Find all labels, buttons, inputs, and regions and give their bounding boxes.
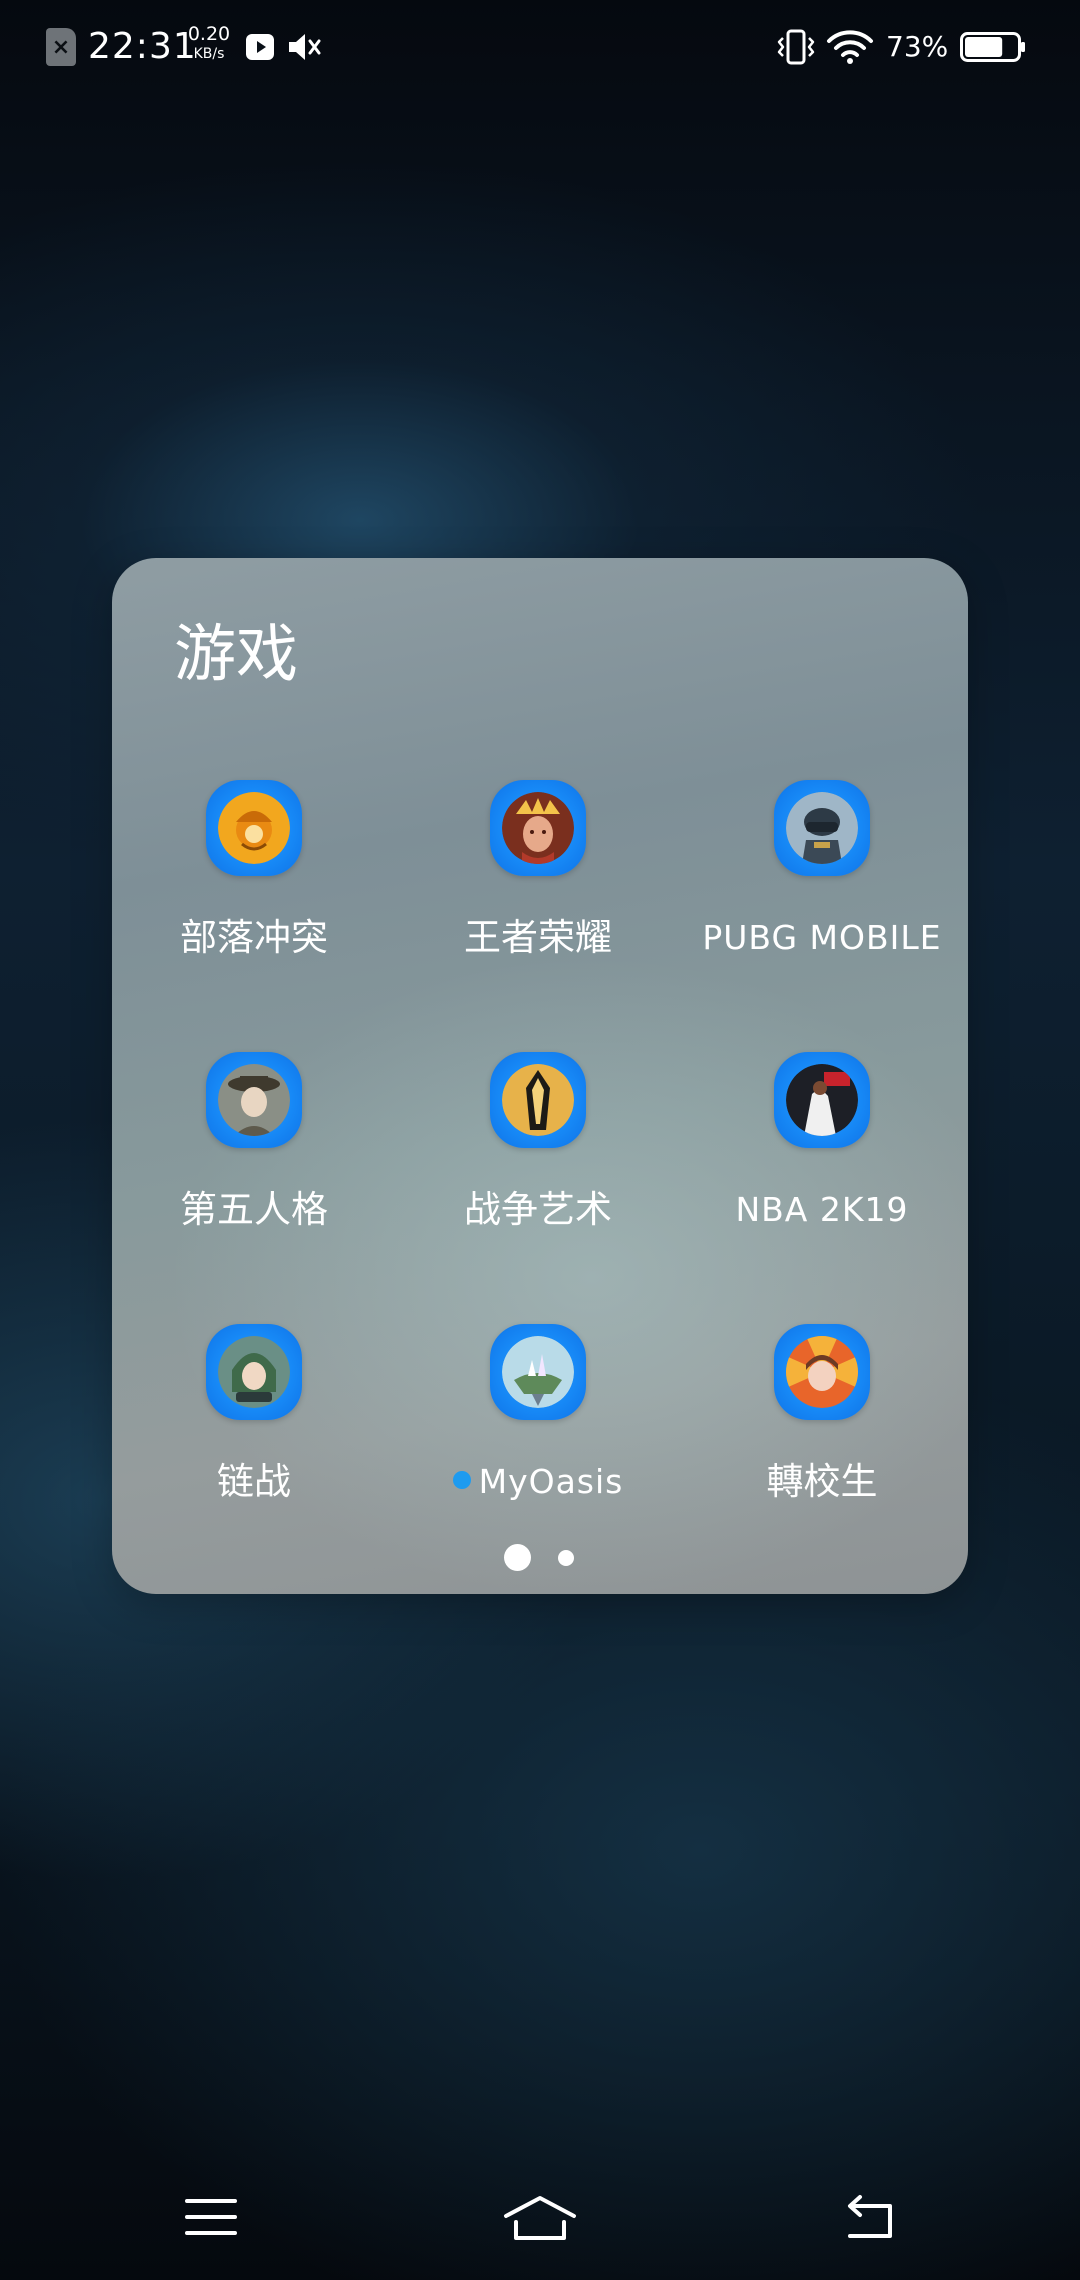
network-speed: 0.20 KB/s bbox=[184, 24, 234, 64]
nba-2k19-icon[interactable] bbox=[774, 1052, 870, 1148]
new-app-dot bbox=[452, 1471, 471, 1489]
app-honor-of-kings[interactable]: 王者荣耀 bbox=[396, 780, 680, 980]
page-dot-2[interactable] bbox=[558, 1550, 574, 1566]
app-label: 链战 bbox=[217, 1460, 291, 1503]
home-icon[interactable] bbox=[500, 2192, 580, 2242]
app-label: 王者荣耀 bbox=[464, 916, 612, 959]
app-label: 第五人格 bbox=[180, 1188, 328, 1231]
honor-of-kings-icon[interactable] bbox=[490, 780, 586, 876]
clash-of-clans-icon[interactable] bbox=[206, 780, 302, 876]
battery-percent: 73% bbox=[886, 30, 949, 63]
back-icon[interactable] bbox=[838, 2192, 898, 2242]
battery-icon bbox=[960, 32, 1025, 62]
battery-fill bbox=[965, 37, 1003, 57]
app-label: 部落冲突 bbox=[180, 916, 328, 959]
app-label: 战争艺术 bbox=[464, 1188, 612, 1231]
muted-speaker-icon bbox=[289, 34, 321, 60]
app-label: 轉校生 bbox=[766, 1460, 878, 1503]
app-label: MyOasis bbox=[478, 1462, 624, 1501]
page-indicator bbox=[112, 1542, 968, 1572]
app-folder: 游戏 部落冲突 王者荣耀 PUBG MOBILE 第五人格 战争艺术 NBA 2… bbox=[112, 558, 968, 1594]
network-speed-value: 0.20 bbox=[187, 23, 231, 45]
app-label: NBA 2K19 bbox=[735, 1190, 909, 1229]
vibrate-icon bbox=[777, 29, 815, 65]
status-bar: × 22:31 0.20 KB/s 73% bbox=[0, 0, 1080, 96]
app-label: PUBG MOBILE bbox=[702, 918, 942, 957]
art-of-war-icon[interactable] bbox=[490, 1052, 586, 1148]
chain-war-icon[interactable] bbox=[206, 1324, 302, 1420]
app-pubg-mobile[interactable]: PUBG MOBILE bbox=[680, 780, 964, 980]
status-time: 22:31 bbox=[88, 26, 197, 67]
identity-v-icon[interactable] bbox=[206, 1052, 302, 1148]
app-label-myoasis: MyOasis bbox=[396, 1458, 680, 1506]
folder-title[interactable]: 游戏 bbox=[174, 614, 298, 694]
app-transfer-student[interactable]: 轉校生 bbox=[680, 1324, 964, 1524]
app-myoasis[interactable]: MyOasis bbox=[396, 1324, 680, 1524]
app-chain-war[interactable]: 链战 bbox=[112, 1324, 396, 1524]
app-art-of-war[interactable]: 战争艺术 bbox=[396, 1052, 680, 1252]
wifi-icon bbox=[827, 30, 873, 64]
navigation-bar bbox=[0, 2170, 1080, 2260]
myoasis-icon[interactable] bbox=[490, 1324, 586, 1420]
transfer-student-icon[interactable] bbox=[774, 1324, 870, 1420]
app-clash-of-clans[interactable]: 部落冲突 bbox=[112, 780, 396, 980]
app-nba-2k19[interactable]: NBA 2K19 bbox=[680, 1052, 964, 1252]
sim-card-none-icon: × bbox=[46, 28, 76, 66]
menu-icon[interactable] bbox=[181, 2192, 241, 2242]
app-identity-v[interactable]: 第五人格 bbox=[112, 1052, 396, 1252]
video-play-icon bbox=[246, 34, 274, 60]
network-speed-unit: KB/s bbox=[193, 46, 225, 62]
pubg-mobile-icon[interactable] bbox=[774, 780, 870, 876]
page-dot-1[interactable] bbox=[504, 1544, 531, 1571]
